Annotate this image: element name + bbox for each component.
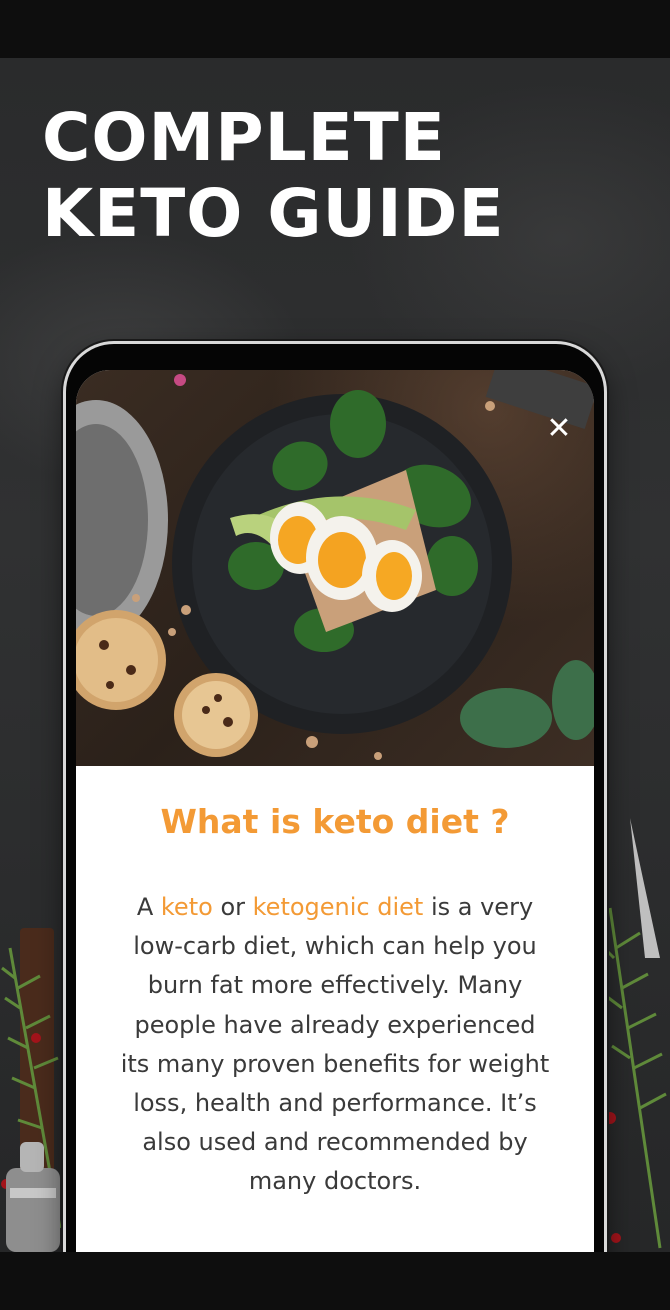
bottom-bar	[0, 1252, 670, 1310]
keyword-ketogenic-diet: ketogenic diet	[252, 893, 424, 921]
body-rest: is a very low-carb diet, which can help …	[120, 893, 550, 1196]
card-body-text: A keto or ketogenic diet is a very low-c…	[120, 888, 550, 1202]
info-card: What is keto diet ? A keto or ketogenic …	[76, 766, 594, 1310]
phone-side-button-right	[604, 530, 608, 602]
headline-line-1: COMPLETE	[42, 99, 446, 176]
body-word-or: or	[220, 893, 245, 921]
keyword-keto: keto	[160, 893, 213, 921]
phone-screen: ✕ What is keto diet ? A keto or ketogeni…	[76, 370, 594, 1310]
food-illustration	[76, 370, 594, 760]
food-photo: ✕	[76, 370, 594, 766]
body-word-a: A	[136, 893, 154, 921]
close-icon[interactable]: ✕	[544, 414, 574, 444]
card-title: What is keto diet ?	[160, 802, 510, 841]
headline: COMPLETE KETO GUIDE	[42, 100, 505, 252]
top-bar	[0, 0, 670, 58]
headline-line-2: KETO GUIDE	[42, 175, 505, 252]
phone-mockup: ✕ What is keto diet ? A keto or ketogeni…	[66, 344, 604, 1310]
rosemary-right-decoration	[600, 818, 667, 1249]
pepper-grinder-decoration	[6, 1142, 60, 1252]
